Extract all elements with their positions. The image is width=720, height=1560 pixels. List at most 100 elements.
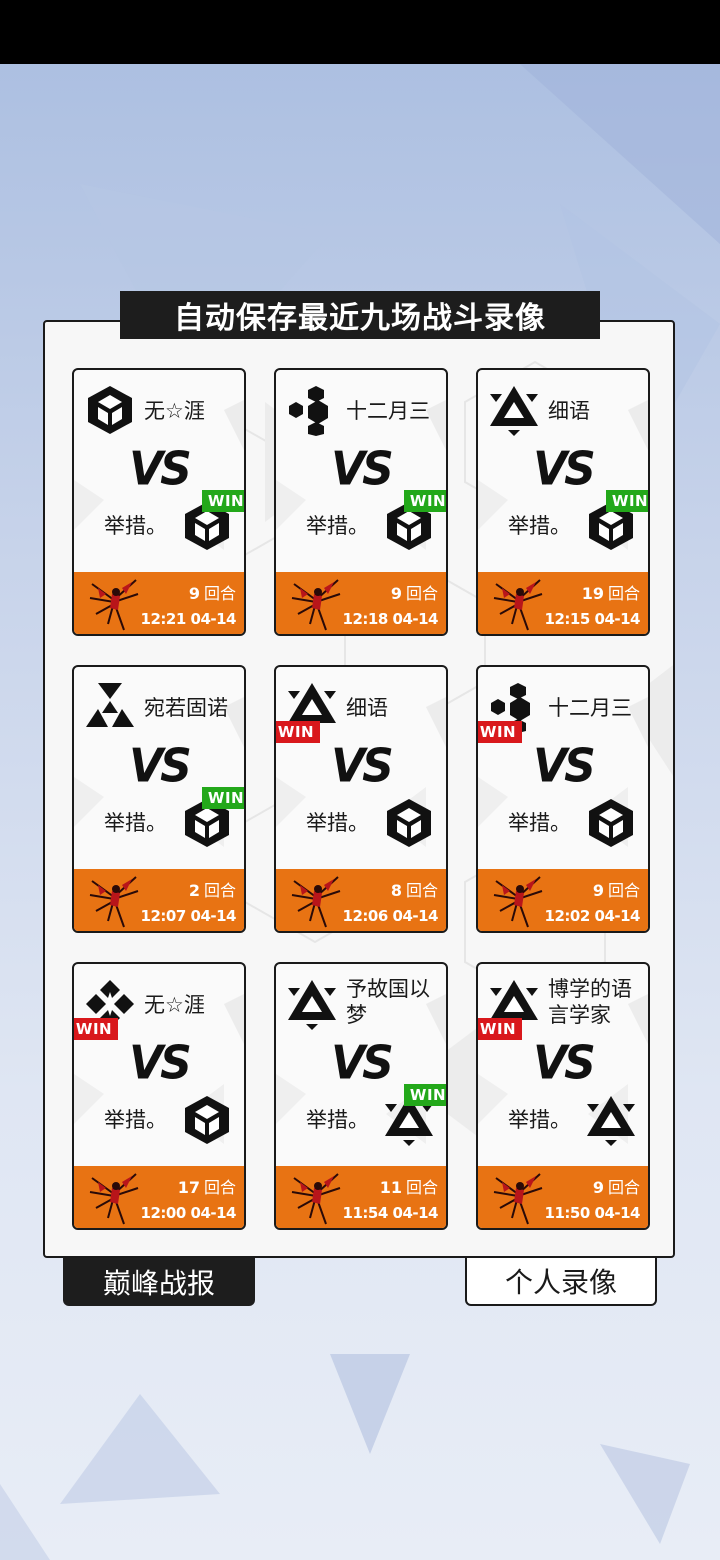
rounds-label: 回合 xyxy=(405,584,438,603)
cube-emblem-icon xyxy=(84,384,136,436)
player2-name: 举措。 xyxy=(104,1108,167,1132)
rounds-value: 9 xyxy=(188,584,200,603)
battle-info-footer: 17 回合 12:00 04-14 xyxy=(74,1166,244,1228)
hex-cluster-emblem-icon xyxy=(286,384,338,436)
battle-info-footer: 9 回合 11:50 04-14 xyxy=(478,1166,648,1228)
battle-time: 12:06 04-14 xyxy=(342,907,439,925)
win-badge: WIN xyxy=(478,721,522,743)
cube-emblem-icon xyxy=(383,797,435,849)
battle-time: 12:07 04-14 xyxy=(140,907,237,925)
rounds-value: 9 xyxy=(592,1178,604,1197)
vs-label: VS xyxy=(533,1036,596,1091)
rounds-label: 回合 xyxy=(203,881,236,900)
player2-name: 举措。 xyxy=(306,514,369,538)
win-badge: WIN xyxy=(404,490,446,512)
rounds-value: 11 xyxy=(379,1178,402,1197)
player1-name: 十二月三 xyxy=(548,696,632,720)
rounds-count: 9 回合 xyxy=(391,580,438,604)
rounds-value: 17 xyxy=(177,1178,200,1197)
battle-time: 12:15 04-14 xyxy=(544,610,641,628)
win-badge: WIN xyxy=(276,721,320,743)
battle-time: 12:18 04-14 xyxy=(342,610,439,628)
cube-emblem-icon xyxy=(181,1094,233,1146)
battle-record-card[interactable]: 宛若固诺 VS 举措。 WIN 2 回合 12:07 04-14 xyxy=(72,665,246,933)
vs-label: VS xyxy=(331,442,394,497)
triangle-emblem-icon xyxy=(286,978,338,1030)
battle-time: 12:00 04-14 xyxy=(140,1204,237,1222)
battle-info-footer: 9 回合 12:18 04-14 xyxy=(276,572,446,634)
battle-info-footer: 2 回合 12:07 04-14 xyxy=(74,869,244,931)
player1-name: 博学的语言学家 xyxy=(548,977,632,1027)
player1-name: 予故国以梦 xyxy=(346,977,430,1027)
hero-portrait-icon xyxy=(290,1168,342,1226)
rounds-label: 回合 xyxy=(607,881,640,900)
player2-name: 举措。 xyxy=(508,811,571,835)
triangle-emblem-icon xyxy=(488,384,540,436)
win-badge: WIN xyxy=(478,1018,522,1040)
rounds-label: 回合 xyxy=(405,1178,438,1197)
player1-name: 细语 xyxy=(346,696,388,720)
rounds-count: 19 回合 xyxy=(582,580,640,604)
vs-label: VS xyxy=(533,442,596,497)
tri-triangle-emblem-icon xyxy=(84,681,136,733)
battle-record-card[interactable]: 予故国以梦 VS 举措。 WIN 11 回合 11:54 04-14 xyxy=(274,962,448,1230)
rounds-count: 9 回合 xyxy=(593,1174,640,1198)
rounds-count: 11 回合 xyxy=(380,1174,438,1198)
cube-emblem-icon xyxy=(585,797,637,849)
triangle-emblem-icon xyxy=(585,1094,637,1146)
battle-time: 12:21 04-14 xyxy=(140,610,237,628)
player2-name: 举措。 xyxy=(508,514,571,538)
battle-time: 11:50 04-14 xyxy=(544,1204,641,1222)
player1-name: 宛若固诺 xyxy=(144,696,228,720)
vs-label: VS xyxy=(129,739,192,794)
rounds-label: 回合 xyxy=(607,1178,640,1197)
rounds-label: 回合 xyxy=(203,584,236,603)
rounds-label: 回合 xyxy=(203,1178,236,1197)
rounds-value: 19 xyxy=(581,584,604,603)
vs-label: VS xyxy=(533,739,596,794)
tab-peak-report[interactable]: 巅峰战报 xyxy=(63,1258,255,1306)
rounds-count: 9 回合 xyxy=(593,877,640,901)
hero-portrait-icon xyxy=(492,871,544,929)
win-badge: WIN xyxy=(606,490,648,512)
vs-label: VS xyxy=(331,1036,394,1091)
battle-time: 11:54 04-14 xyxy=(342,1204,439,1222)
player1-name: 十二月三 xyxy=(346,399,430,423)
rounds-label: 回合 xyxy=(405,881,438,900)
rounds-value: 9 xyxy=(390,584,402,603)
rounds-value: 2 xyxy=(188,881,200,900)
battle-record-card[interactable]: 无☆涯 VS 举措。 WIN 9 回合 12:21 04-14 xyxy=(72,368,246,636)
battle-record-card[interactable]: 十二月三 VS 举措。 WIN 9 回合 12:18 04-14 xyxy=(274,368,448,636)
battle-info-footer: 9 回合 12:02 04-14 xyxy=(478,869,648,931)
battle-record-card[interactable]: 细语 VS 举措。 WIN 19 回合 12:15 04-14 xyxy=(476,368,650,636)
player1-name: 无☆涯 xyxy=(144,993,205,1017)
rounds-count: 2 回合 xyxy=(189,877,236,901)
battle-info-footer: 11 回合 11:54 04-14 xyxy=(276,1166,446,1228)
win-badge: WIN xyxy=(74,1018,118,1040)
hero-portrait-icon xyxy=(492,574,544,632)
rounds-count: 17 回合 xyxy=(178,1174,236,1198)
tab-personal-replay[interactable]: 个人录像 xyxy=(465,1258,657,1306)
player2-name: 举措。 xyxy=(306,811,369,835)
player2-name: 举措。 xyxy=(306,1108,369,1132)
battle-record-card[interactable]: 细语 VS 举措。 WIN 8 回合 12:06 04-14 xyxy=(274,665,448,933)
battle-info-footer: 19 回合 12:15 04-14 xyxy=(478,572,648,634)
hero-portrait-icon xyxy=(290,574,342,632)
vs-label: VS xyxy=(129,442,192,497)
battle-record-card[interactable]: 无☆涯 VS 举措。 WIN 17 回合 12:00 04-14 xyxy=(72,962,246,1230)
rounds-count: 9 回合 xyxy=(189,580,236,604)
win-badge: WIN xyxy=(202,490,244,512)
hero-portrait-icon xyxy=(88,574,140,632)
battle-record-card[interactable]: 博学的语言学家 VS 举措。 WIN 9 回合 11:50 04-14 xyxy=(476,962,650,1230)
battle-time: 12:02 04-14 xyxy=(544,907,641,925)
hero-portrait-icon xyxy=(88,1168,140,1226)
player1-name: 细语 xyxy=(548,399,590,423)
player2-name: 举措。 xyxy=(104,811,167,835)
rounds-value: 8 xyxy=(390,881,402,900)
rounds-label: 回合 xyxy=(607,584,640,603)
hero-portrait-icon xyxy=(290,871,342,929)
vs-label: VS xyxy=(129,1036,192,1091)
battle-info-footer: 8 回合 12:06 04-14 xyxy=(276,869,446,931)
player2-name: 举措。 xyxy=(104,514,167,538)
battle-record-card[interactable]: 十二月三 VS 举措。 WIN 9 回合 12:02 04-14 xyxy=(476,665,650,933)
